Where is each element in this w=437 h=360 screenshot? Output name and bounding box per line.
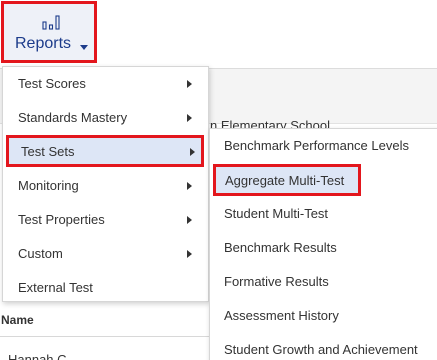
menu-item-monitoring[interactable]: Monitoring	[3, 169, 208, 203]
submenu-item-benchmark-performance-levels[interactable]: Benchmark Performance Levels	[210, 129, 437, 163]
menu-item-label: Test Scores	[18, 76, 86, 91]
submenu-item-aggregate-multi-test[interactable]: Aggregate Multi-Test	[213, 164, 361, 196]
submenu-item-label: Benchmark Performance Levels	[224, 138, 409, 153]
submenu-item-label: Student Multi-Test	[224, 206, 329, 221]
menu-item-label: Custom	[18, 246, 63, 261]
menu-item-custom[interactable]: Custom	[3, 237, 208, 271]
submenu-item-label: Aggregate Multi-Test	[225, 173, 345, 188]
chevron-right-icon	[190, 148, 195, 156]
chevron-right-icon	[187, 80, 192, 88]
reports-button[interactable]: Reports	[1, 1, 97, 63]
menu-item-external-test[interactable]: External Test	[3, 271, 208, 305]
menu-item-label: External Test	[18, 280, 93, 295]
reports-dropdown-menu: Test Scores Standards Mastery Test Sets …	[2, 66, 209, 302]
test-sets-submenu: Benchmark Performance Levels Aggregate M…	[209, 128, 437, 360]
table-divider	[0, 336, 210, 337]
reports-label: Reports	[15, 35, 72, 52]
chevron-right-icon	[187, 182, 192, 190]
chevron-right-icon	[187, 216, 192, 224]
menu-item-label: Test Properties	[18, 212, 105, 227]
submenu-item-label: Assessment History	[224, 308, 339, 323]
name-column-header: Name	[1, 313, 34, 327]
submenu-item-label: Student Growth and Achievement	[224, 342, 418, 357]
submenu-item-assessment-history[interactable]: Assessment History	[210, 299, 437, 333]
submenu-item-formative-results[interactable]: Formative Results	[210, 265, 437, 299]
submenu-item-benchmark-results[interactable]: Benchmark Results	[210, 231, 437, 265]
menu-item-label: Test Sets	[21, 144, 75, 159]
table-row[interactable]: Hannah C...	[8, 352, 77, 360]
submenu-item-label: Benchmark Results	[224, 240, 337, 255]
menu-item-label: Monitoring	[18, 178, 79, 193]
submenu-item-label: Formative Results	[224, 274, 329, 289]
bar-chart-icon	[42, 15, 60, 30]
menu-item-test-sets[interactable]: Test Sets	[6, 135, 204, 167]
submenu-item-student-multi-test[interactable]: Student Multi-Test	[210, 197, 437, 231]
menu-item-standards-mastery[interactable]: Standards Mastery	[3, 101, 208, 135]
chevron-right-icon	[187, 250, 192, 258]
submenu-item-student-growth-and-achievement[interactable]: Student Growth and Achievement	[210, 333, 437, 360]
caret-down-icon	[80, 45, 88, 50]
menu-item-label: Standards Mastery	[18, 110, 128, 125]
chevron-right-icon	[187, 114, 192, 122]
menu-item-test-scores[interactable]: Test Scores	[3, 67, 208, 101]
menu-item-test-properties[interactable]: Test Properties	[3, 203, 208, 237]
